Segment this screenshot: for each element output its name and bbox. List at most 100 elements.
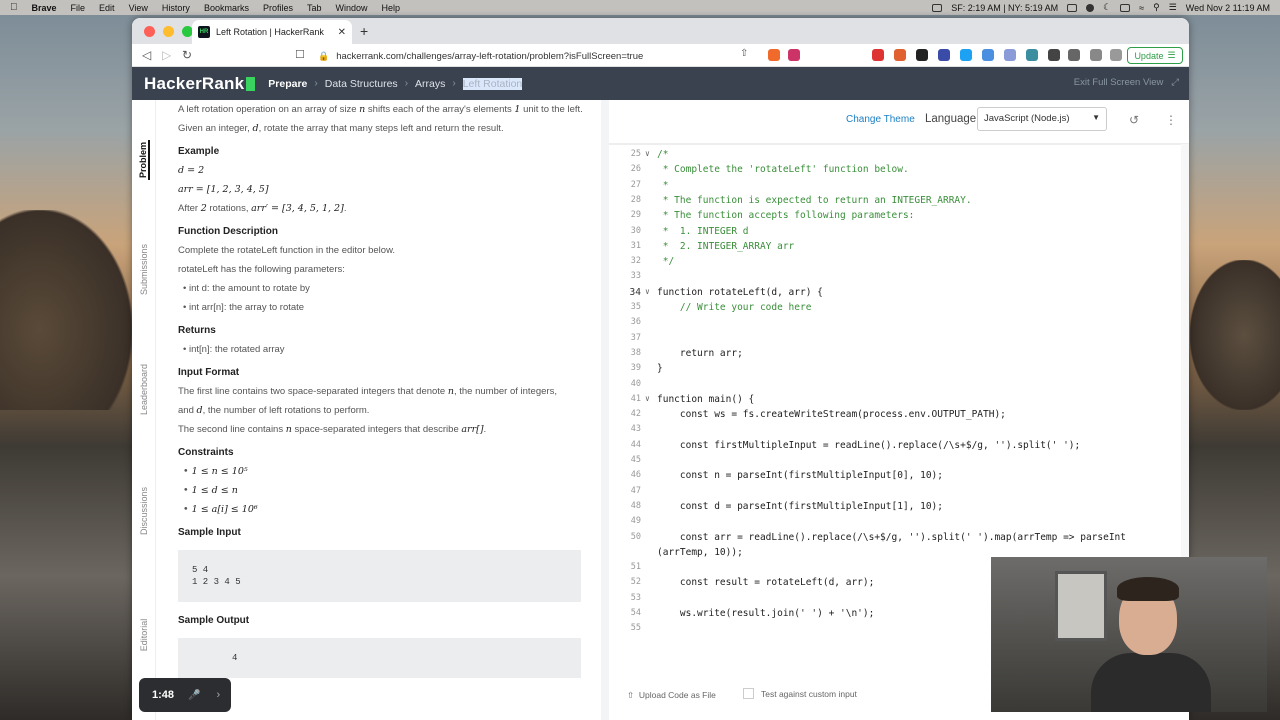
menu-window[interactable]: Window [335, 3, 367, 13]
control-center-icon[interactable]: ☰ [1169, 2, 1177, 13]
search-icon[interactable]: ⚲ [1153, 2, 1160, 13]
more-options-icon[interactable]: ⋮ [1165, 113, 1177, 127]
recording-timer[interactable]: 1:48 🎤 › [139, 678, 231, 712]
exit-full-screen-button[interactable]: Exit Full Screen View ⤢ [1074, 77, 1179, 88]
code-line[interactable]: /* [657, 149, 668, 160]
battery-icon[interactable] [1120, 3, 1131, 12]
code-line[interactable]: * [657, 180, 669, 191]
chevron-right-icon[interactable]: › [216, 689, 220, 701]
tab-leaderboard[interactable]: Leaderboard [139, 364, 149, 415]
chevron-right-icon: › [452, 78, 456, 89]
breadcrumb-data-structures[interactable]: Data Structures [325, 78, 398, 90]
line-number: 55 [630, 623, 641, 634]
line-number: 49 [630, 516, 641, 527]
apple-icon[interactable]:  [10, 2, 18, 13]
fold-chevron-icon[interactable]: ∨ [645, 149, 650, 158]
code-line[interactable]: * The function is expected to return an … [657, 195, 972, 206]
code-line[interactable]: const result = rotateLeft(d, arr); [657, 577, 874, 588]
code-line[interactable]: */ [657, 256, 674, 267]
exit-full-screen-label: Exit Full Screen View [1073, 77, 1164, 88]
sample-output-box: 4 [178, 638, 581, 678]
function-description-heading: Function Description [178, 226, 278, 237]
menu-tab[interactable]: Tab [307, 3, 322, 13]
microphone-icon[interactable]: 🎤 [188, 690, 200, 701]
menu-history[interactable]: History [162, 3, 190, 13]
extension-icon-5[interactable] [982, 49, 994, 61]
extension-icon-6[interactable] [1004, 49, 1016, 61]
code-line[interactable]: * 2. INTEGER_ARRAY arr [657, 241, 795, 252]
code-line[interactable]: const n = parseInt(firstMultipleInput[0]… [657, 470, 943, 481]
minimize-window-button[interactable] [163, 26, 174, 37]
breadcrumb-arrays[interactable]: Arrays [415, 78, 445, 90]
tab-submissions[interactable]: Submissions [139, 244, 149, 295]
tab-problem[interactable]: Problem [138, 140, 150, 180]
twitter-icon[interactable] [960, 49, 972, 61]
brave-shields-icon[interactable] [768, 49, 780, 61]
code-line[interactable]: const arr = readLine().replace(/\s+$/g, … [657, 532, 1126, 543]
record-icon[interactable] [1086, 3, 1095, 12]
extension-icon-4[interactable] [938, 49, 950, 61]
url-field[interactable]: 🔒 hackerrank.com/challenges/array-left-r… [318, 47, 778, 65]
close-window-button[interactable] [144, 26, 155, 37]
code-line[interactable]: const d = parseInt(firstMultipleInput[1]… [657, 501, 943, 512]
extension-icon-7[interactable] [1026, 49, 1038, 61]
menu-profiles[interactable]: Profiles [263, 3, 293, 13]
wifi-icon[interactable]: ≈ [1139, 3, 1144, 13]
menu-bookmarks[interactable]: Bookmarks [204, 3, 249, 13]
menubar-datetime[interactable]: Wed Nov 2 11:19 AM [1186, 3, 1270, 13]
status-app-icon[interactable] [932, 3, 943, 12]
code-line[interactable]: } [657, 363, 663, 374]
tab-discussions[interactable]: Discussions [139, 487, 149, 535]
tab-editorial[interactable]: Editorial [139, 615, 149, 655]
share-icon[interactable]: ⇧ [740, 48, 748, 59]
breadcrumb-prepare[interactable]: Prepare [268, 78, 307, 90]
menu-edit[interactable]: Edit [99, 3, 115, 13]
close-tab-icon[interactable]: ✕ [338, 27, 346, 38]
code-line[interactable]: ws.write(result.join(' ') + '\n'); [657, 608, 874, 619]
menu-app-name[interactable]: Brave [32, 3, 57, 13]
new-tab-button[interactable]: + [360, 23, 368, 39]
sidebar-icon[interactable] [1090, 49, 1102, 61]
editor-toolbar: Change Theme Language JavaScript (Node.j… [609, 100, 1189, 144]
fold-chevron-icon[interactable]: ∨ [645, 394, 650, 403]
extension-icon-2[interactable] [894, 49, 906, 61]
extension-icon-1[interactable] [872, 49, 884, 61]
text: , the number of integers, [453, 386, 557, 397]
world-clock[interactable]: SF: 2:19 AM | NY: 5:19 AM [951, 3, 1058, 13]
forward-icon[interactable]: ▷ [162, 48, 171, 62]
status-icon[interactable] [1067, 3, 1078, 12]
hackerrank-logo[interactable]: HackerRank [144, 74, 256, 94]
code-line[interactable]: function rotateLeft(d, arr) { [657, 287, 823, 298]
playlist-icon[interactable] [1068, 49, 1080, 61]
custom-input-checkbox[interactable]: Test against custom input [743, 688, 857, 699]
code-line[interactable]: * The function accepts following paramet… [657, 210, 915, 221]
menu-file[interactable]: File [71, 3, 86, 13]
code-line[interactable]: const firstMultipleInput = readLine().re… [657, 440, 1080, 451]
wallet-icon[interactable] [1110, 49, 1122, 61]
constraints-list: 1 ≤ n ≤ 10⁵ 1 ≤ d ≤ n 1 ≤ a[i] ≤ 10⁶ [178, 462, 588, 519]
code-line[interactable]: return arr; [657, 348, 743, 359]
menu-help[interactable]: Help [382, 3, 401, 13]
code-line[interactable]: * 1. INTEGER d [657, 226, 749, 237]
language-select[interactable]: JavaScript (Node.js) ▼ [977, 107, 1107, 131]
fold-chevron-icon[interactable]: ∨ [645, 287, 650, 296]
code-line[interactable]: * Complete the 'rotateLeft' function bel… [657, 164, 909, 175]
change-theme-link[interactable]: Change Theme [846, 114, 915, 125]
update-button[interactable]: Update ☰ [1127, 47, 1183, 64]
brave-rewards-icon[interactable] [788, 49, 800, 61]
tab-left-rotation[interactable]: HR Left Rotation | HackerRank ✕ [192, 20, 352, 44]
code-line[interactable]: function main() { [657, 394, 754, 405]
menu-view[interactable]: View [129, 3, 148, 13]
reload-icon[interactable]: ↻ [182, 48, 192, 62]
extension-icon-3[interactable] [916, 49, 928, 61]
upload-code-button[interactable]: ⇧ Upload Code as File [627, 690, 716, 701]
back-icon[interactable]: ◁ [142, 48, 151, 62]
pane-splitter[interactable] [601, 100, 609, 720]
moon-icon[interactable]: ☾ [1103, 2, 1111, 13]
code-line[interactable]: // Write your code here [657, 302, 812, 313]
extensions-puzzle-icon[interactable] [1048, 49, 1060, 61]
bookmark-icon[interactable]: ☐ [295, 48, 305, 61]
history-icon[interactable]: ↺ [1129, 113, 1139, 127]
code-line[interactable]: const ws = fs.createWriteStream(process.… [657, 409, 1006, 420]
code-line[interactable]: (arrTemp, 10)); [657, 547, 743, 558]
